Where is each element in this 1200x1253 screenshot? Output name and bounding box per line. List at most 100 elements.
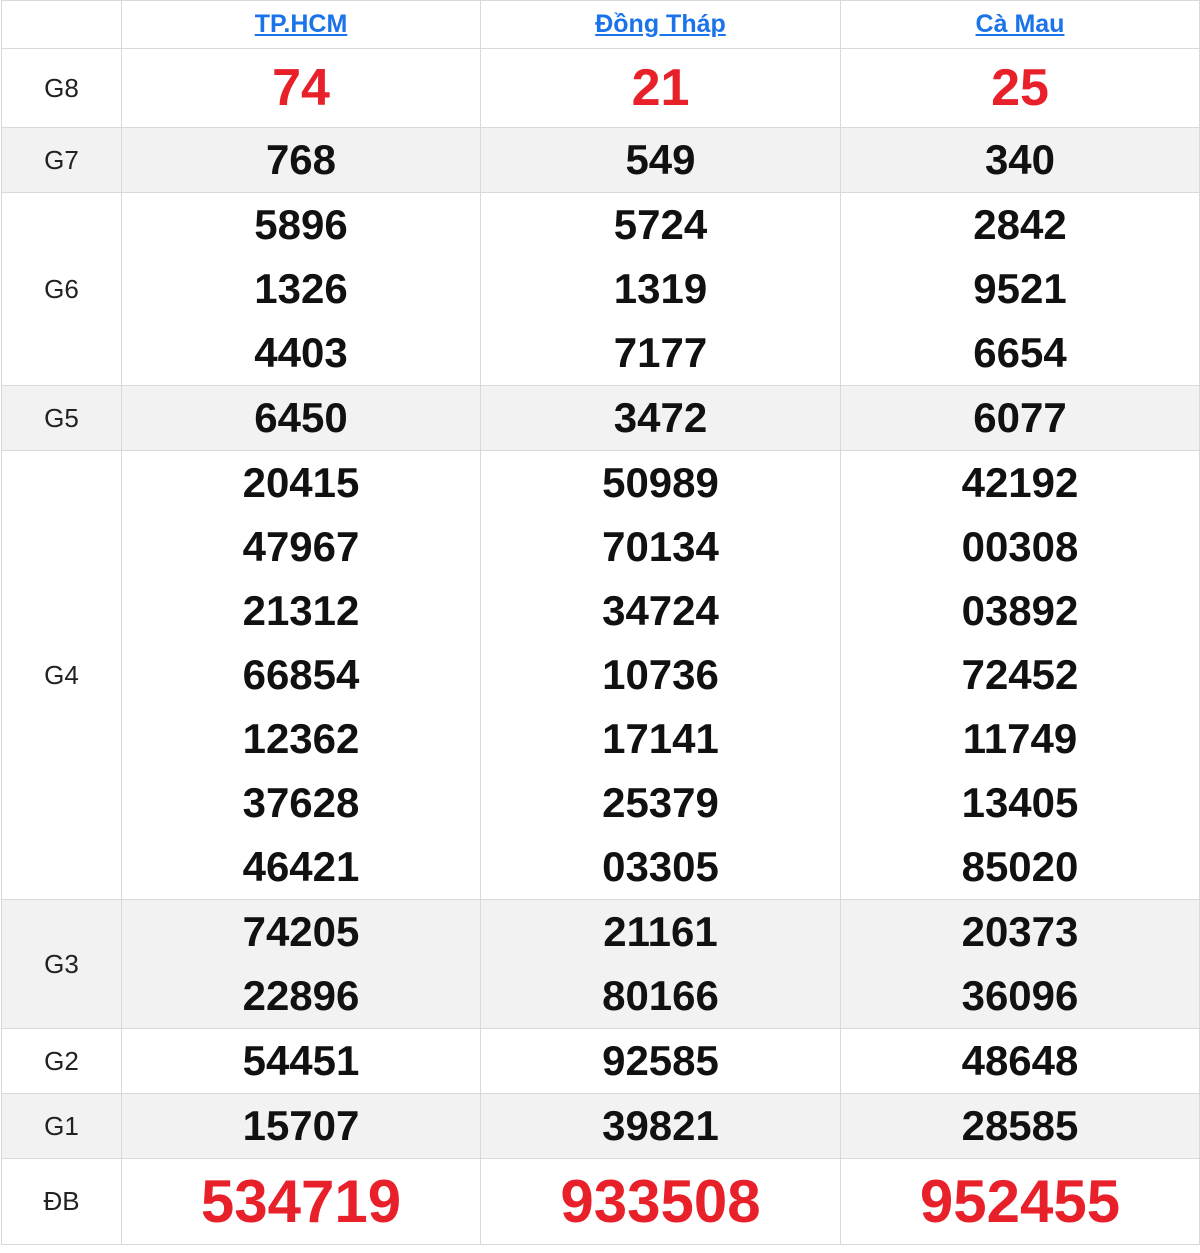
result-number: 549: [625, 136, 696, 183]
province-header: Đồng Tháp: [480, 0, 841, 49]
result-number: 340: [984, 136, 1056, 183]
result-number: 39821: [602, 1102, 719, 1149]
result-cell: 92585: [480, 1028, 841, 1094]
result-number: 66854: [242, 651, 360, 698]
result-cell: 3472: [480, 385, 841, 451]
jackpot-number: 952455: [919, 1167, 1121, 1235]
result-cell: 48648: [840, 1028, 1200, 1094]
prize-row-g8: G8 74 21 25: [1, 48, 1200, 128]
result-number: 20373: [961, 908, 1079, 955]
result-number: 11749: [962, 715, 1078, 762]
result-number: 2842: [973, 201, 1067, 248]
result-number: 1326: [254, 265, 348, 312]
result-cell: 74: [121, 48, 481, 128]
result-number: 22896: [242, 972, 360, 1019]
result-number: 92585: [602, 1037, 719, 1084]
result-number: 6654: [973, 329, 1067, 376]
result-number: 12362: [242, 715, 360, 762]
result-cell: 2842 9521 6654: [840, 192, 1200, 386]
result-number: 768: [265, 136, 337, 183]
result-number: 21161: [603, 908, 718, 955]
jackpot-number: 933508: [560, 1167, 761, 1235]
prize-label: G3: [1, 899, 122, 1029]
province-link-ca-mau[interactable]: Cà Mau: [976, 10, 1065, 38]
result-cell: 952455: [840, 1158, 1200, 1245]
prize-row-g6: G6 5896 1326 4403 5724 1319 7177 2842 95…: [1, 192, 1200, 386]
prize-row-g2: G2 54451 92585 48648: [1, 1028, 1200, 1094]
prize-label: G5: [1, 385, 122, 451]
result-number: 20415: [242, 459, 360, 506]
result-number: 17141: [602, 715, 719, 762]
jackpot-number: 534719: [200, 1167, 402, 1235]
result-number: 74205: [242, 908, 360, 955]
result-number: 25: [991, 59, 1049, 117]
result-number: 80166: [602, 972, 719, 1019]
result-cell: 42192 00308 03892 72452 11749 13405 8502…: [840, 450, 1200, 900]
result-number: 5724: [613, 201, 708, 248]
prize-label: G4: [1, 450, 122, 900]
result-number: 21312: [242, 587, 360, 634]
result-cell: 21: [480, 48, 841, 128]
result-number: 34724: [602, 587, 719, 634]
result-cell: 768: [121, 127, 481, 193]
result-number: 54451: [242, 1037, 360, 1084]
result-cell: 534719: [121, 1158, 481, 1245]
result-number: 00308: [961, 523, 1079, 570]
result-number: 25379: [602, 779, 719, 826]
result-number: 50989: [602, 459, 719, 506]
result-cell: 28585: [840, 1093, 1200, 1159]
prize-row-g3: G3 74205 22896 21161 80166 20373 36096: [1, 899, 1200, 1029]
result-number: 13405: [961, 779, 1079, 826]
result-number: 74: [272, 59, 330, 117]
result-number: 4403: [254, 329, 348, 376]
result-number: 3472: [613, 394, 708, 441]
result-number: 42192: [961, 459, 1079, 506]
result-cell: 340: [840, 127, 1200, 193]
result-cell: 5896 1326 4403: [121, 192, 481, 386]
result-cell: 6077: [840, 385, 1200, 451]
prize-label: G7: [1, 127, 122, 193]
result-number: 36096: [961, 972, 1079, 1019]
result-number: 10736: [602, 651, 719, 698]
prize-label: G2: [1, 1028, 122, 1094]
header-row: TP.HCM Đồng Tháp Cà Mau: [1, 0, 1200, 49]
result-cell: 25: [840, 48, 1200, 128]
result-number: 72452: [961, 651, 1079, 698]
result-number: 46421: [242, 843, 360, 890]
result-number: 37628: [242, 779, 360, 826]
province-link-tphcm[interactable]: TP.HCM: [255, 10, 348, 38]
result-cell: 15707: [121, 1093, 481, 1159]
result-number: 15707: [242, 1102, 360, 1149]
result-number: 5896: [254, 201, 348, 248]
result-number: 6450: [254, 394, 348, 441]
result-number: 21: [631, 59, 690, 117]
province-link-dong-thap[interactable]: Đồng Tháp: [595, 10, 726, 38]
province-header: Cà Mau: [840, 0, 1200, 49]
lottery-results-table: TP.HCM Đồng Tháp Cà Mau G8 74 21 25 G7 7…: [1, 0, 1200, 1245]
result-number: 48648: [961, 1037, 1079, 1084]
prize-row-g4: G4 20415 47967 21312 66854 12362 37628 4…: [1, 450, 1200, 900]
result-cell: 39821: [480, 1093, 841, 1159]
result-cell: 5724 1319 7177: [480, 192, 841, 386]
prize-row-db: ĐB 534719 933508 952455: [1, 1158, 1200, 1245]
result-cell: 21161 80166: [480, 899, 841, 1029]
prize-label: G8: [1, 48, 122, 128]
prize-row-g7: G7 768 549 340: [1, 127, 1200, 193]
result-number: 1319: [613, 265, 708, 312]
prize-row-g5: G5 6450 3472 6077: [1, 385, 1200, 451]
result-number: 85020: [961, 843, 1079, 890]
result-number: 47967: [242, 523, 360, 570]
result-number: 28585: [961, 1102, 1079, 1149]
result-cell: 74205 22896: [121, 899, 481, 1029]
result-number: 70134: [602, 523, 719, 570]
result-number: 03305: [602, 843, 719, 890]
prize-label: ĐB: [1, 1158, 122, 1245]
result-number: 6077: [973, 394, 1067, 441]
result-cell: 54451: [121, 1028, 481, 1094]
province-header: TP.HCM: [121, 0, 481, 49]
result-cell: 549: [480, 127, 841, 193]
result-cell: 20373 36096: [840, 899, 1200, 1029]
result-number: 9521: [973, 265, 1067, 312]
prize-row-g1: G1 15707 39821 28585: [1, 1093, 1200, 1159]
result-number: 03892: [961, 587, 1079, 634]
